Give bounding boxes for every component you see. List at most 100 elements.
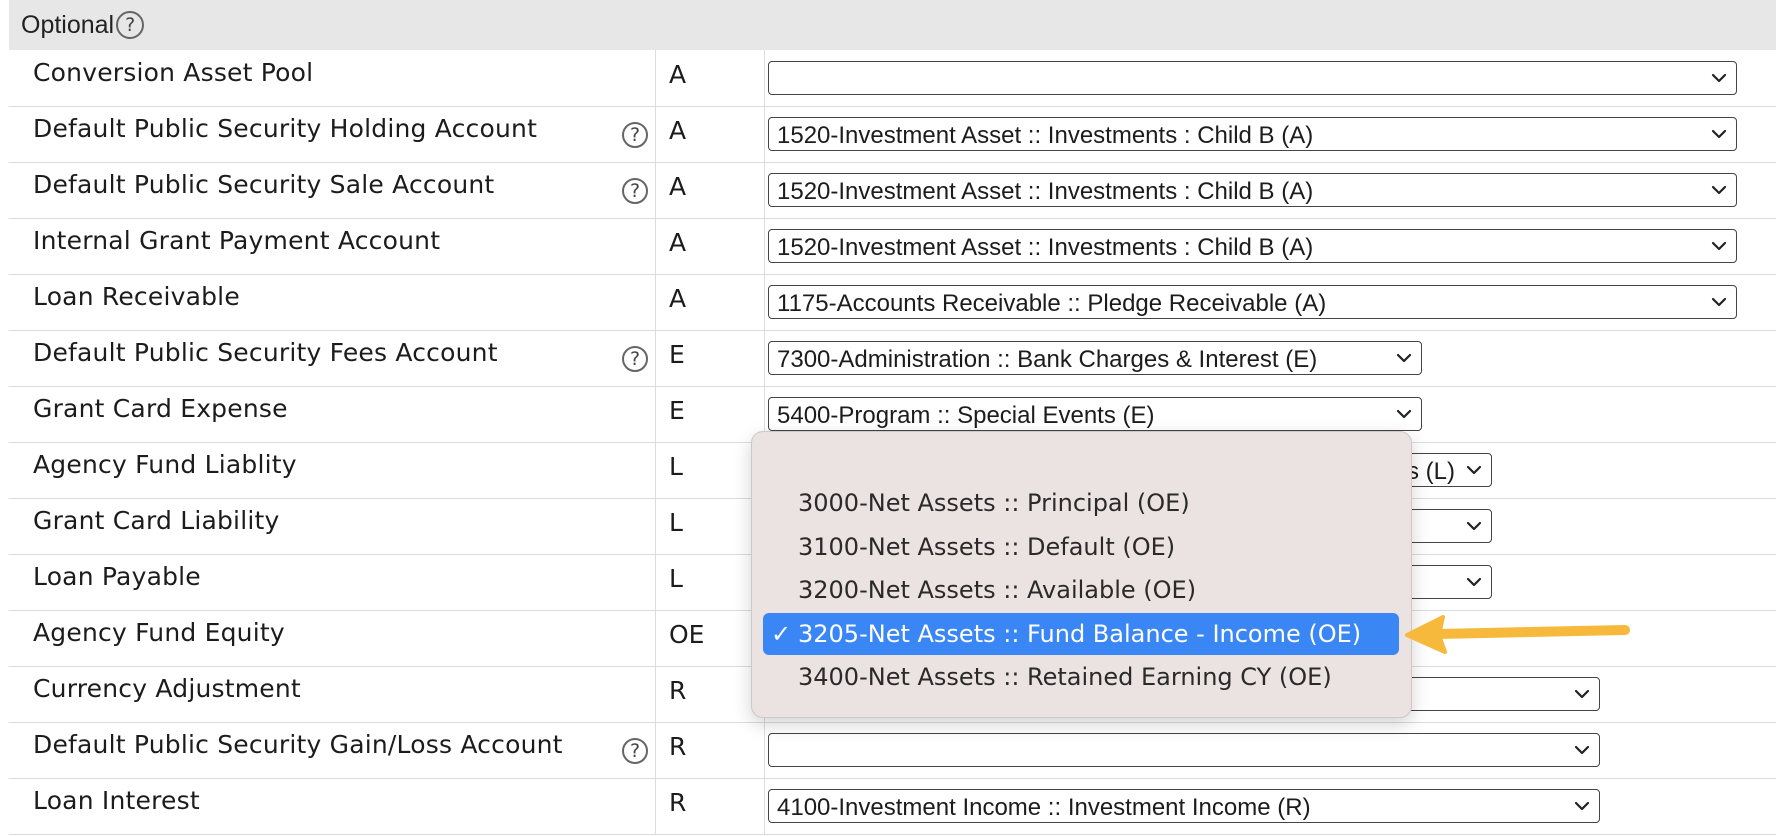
arrow-annotation-icon xyxy=(1405,615,1630,654)
label-cell: Loan Interest xyxy=(9,778,656,834)
field-label: Grant Card Liability xyxy=(33,506,280,535)
chevron-down-icon xyxy=(1710,237,1728,255)
option-label: 3400-Net Assets :: Retained Earning CY (… xyxy=(798,663,1332,691)
dropdown-option[interactable]: ✓ 3205-Net Assets :: Fund Balance - Incom… xyxy=(763,612,1399,655)
type-cell: A xyxy=(656,218,765,274)
field-label: Conversion Asset Pool xyxy=(33,58,314,87)
table-row: Loan Interest R 4100-Investment Income :: … xyxy=(9,778,1776,835)
table-row: Loan Receivable A 1175-Accounts Receivable… xyxy=(9,274,1776,331)
select-value: s (L) xyxy=(1407,458,1455,485)
field-label: Loan Receivable xyxy=(33,282,240,311)
option-label: 3205-Net Assets :: Fund Balance - Income… xyxy=(798,619,1362,648)
option-label: 3100-Net Assets :: Default (OE) xyxy=(798,532,1176,561)
account-type: A xyxy=(669,228,687,257)
account-type: OE xyxy=(669,620,705,649)
type-cell: L xyxy=(656,554,765,610)
account-select[interactable] xyxy=(768,61,1737,95)
type-cell: E xyxy=(656,330,765,386)
help-icon[interactable]: ? xyxy=(622,346,648,372)
chevron-down-icon xyxy=(1710,293,1728,311)
account-type: L xyxy=(669,564,683,593)
dropdown-option[interactable]: 3000-Net Assets :: Principal (OE) xyxy=(763,482,1399,524)
field-label: Default Public Security Sale Account xyxy=(33,170,495,199)
table-row: Default Public Security Fees Account? E 73… xyxy=(9,330,1776,387)
help-icon[interactable]: ? xyxy=(116,11,145,39)
label-cell: Internal Grant Payment Account xyxy=(9,218,656,274)
type-cell: A xyxy=(656,106,765,162)
label-cell: Default Public Security Sale Account? xyxy=(9,162,656,218)
account-type: A xyxy=(669,172,687,201)
select-value: 4100-Investment Income :: Investment Inc… xyxy=(777,794,1311,821)
select-value: 1520-Investment Asset :: Investments : C… xyxy=(777,122,1314,149)
field-label: Default Public Security Fees Account xyxy=(33,338,498,367)
chevron-down-icon xyxy=(1465,573,1483,591)
chevron-down-icon xyxy=(1710,125,1728,143)
chevron-down-icon xyxy=(1573,741,1591,759)
account-type: L xyxy=(669,452,683,481)
type-cell: L xyxy=(656,498,765,554)
select-value: 7300-Administration :: Bank Charges & In… xyxy=(777,346,1318,373)
account-select[interactable]: 1175-Accounts Receivable :: Pledge Recei… xyxy=(768,285,1737,319)
account-select[interactable]: 4100-Investment Income :: Investment Inc… xyxy=(768,789,1600,823)
select-value: 1520-Investment Asset :: Investments : C… xyxy=(777,178,1314,205)
chevron-down-icon xyxy=(1573,685,1591,703)
field-label: Default Public Security Holding Account xyxy=(33,114,538,143)
dropdown-option[interactable]: 3100-Net Assets :: Default (OE) xyxy=(763,526,1399,568)
section-title: Optional xyxy=(21,10,115,39)
account-select[interactable]: 1520-Investment Asset :: Investments : C… xyxy=(768,117,1737,151)
field-label: Currency Adjustment xyxy=(33,674,301,703)
section-header: Optional ? xyxy=(9,0,1776,50)
account-type: A xyxy=(669,116,687,145)
account-type: L xyxy=(669,508,683,537)
dropdown-option[interactable]: 3200-Net Assets :: Available (OE) xyxy=(763,569,1399,611)
chevron-down-icon xyxy=(1395,349,1413,367)
type-cell: A xyxy=(656,50,765,106)
account-select[interactable]: 5400-Program :: Special Events (E) xyxy=(768,397,1422,431)
label-cell: Currency Adjustment xyxy=(9,666,656,722)
field-label: Default Public Security Gain/Loss Accoun… xyxy=(33,730,563,759)
label-cell: Agency Fund Liablity xyxy=(9,442,656,498)
account-type: A xyxy=(669,284,687,313)
table-row: Default Public Security Gain/Loss Accoun… xyxy=(9,722,1776,779)
help-icon[interactable]: ? xyxy=(622,738,648,764)
type-cell: E xyxy=(656,386,765,442)
account-type: A xyxy=(669,60,687,89)
label-cell: Conversion Asset Pool xyxy=(9,50,656,106)
account-type: E xyxy=(669,340,685,369)
label-cell: Grant Card Liability xyxy=(9,498,656,554)
label-cell: Default Public Security Gain/Loss Accoun… xyxy=(9,722,656,778)
help-icon[interactable]: ? xyxy=(622,178,648,204)
account-dropdown-menu[interactable]: 3000-Net Assets :: Principal (OE)3100-Ne… xyxy=(751,431,1412,718)
chevron-down-icon xyxy=(1573,797,1591,815)
type-cell: R xyxy=(656,778,765,834)
field-label: Loan Interest xyxy=(33,786,200,815)
account-select[interactable] xyxy=(768,733,1600,767)
table-row: Conversion Asset Pool A xyxy=(9,50,1776,107)
field-label: Loan Payable xyxy=(33,562,201,591)
account-select[interactable]: 7300-Administration :: Bank Charges & In… xyxy=(768,341,1422,375)
label-cell: Agency Fund Equity xyxy=(9,610,656,666)
type-cell: R xyxy=(656,666,765,722)
table-row: Internal Grant Payment Account A 1520-Inve… xyxy=(9,218,1776,275)
label-cell: Default Public Security Fees Account? xyxy=(9,330,656,386)
type-cell: R xyxy=(656,722,765,778)
option-label: 3200-Net Assets :: Available (OE) xyxy=(798,576,1197,604)
chevron-down-icon xyxy=(1710,69,1728,87)
option-label: 3000-Net Assets :: Principal (OE) xyxy=(798,489,1190,517)
table-row: Default Public Security Sale Account? A 15… xyxy=(9,162,1776,219)
help-icon[interactable]: ? xyxy=(622,122,648,148)
select-value: 5400-Program :: Special Events (E) xyxy=(777,402,1155,429)
account-type: R xyxy=(669,676,687,705)
account-select[interactable]: 1520-Investment Asset :: Investments : C… xyxy=(768,173,1737,207)
type-cell: A xyxy=(656,274,765,330)
account-type: R xyxy=(669,732,687,761)
field-label: Agency Fund Equity xyxy=(33,618,285,647)
account-select[interactable]: 1520-Investment Asset :: Investments : C… xyxy=(768,229,1737,263)
account-type: E xyxy=(669,396,685,425)
field-label: Agency Fund Liablity xyxy=(33,450,297,479)
dropdown-option[interactable]: 3400-Net Assets :: Retained Earning CY (… xyxy=(763,656,1399,698)
chevron-down-icon xyxy=(1710,181,1728,199)
label-cell: Loan Payable xyxy=(9,554,656,610)
check-icon: ✓ xyxy=(771,619,792,648)
chevron-down-icon xyxy=(1465,461,1483,479)
